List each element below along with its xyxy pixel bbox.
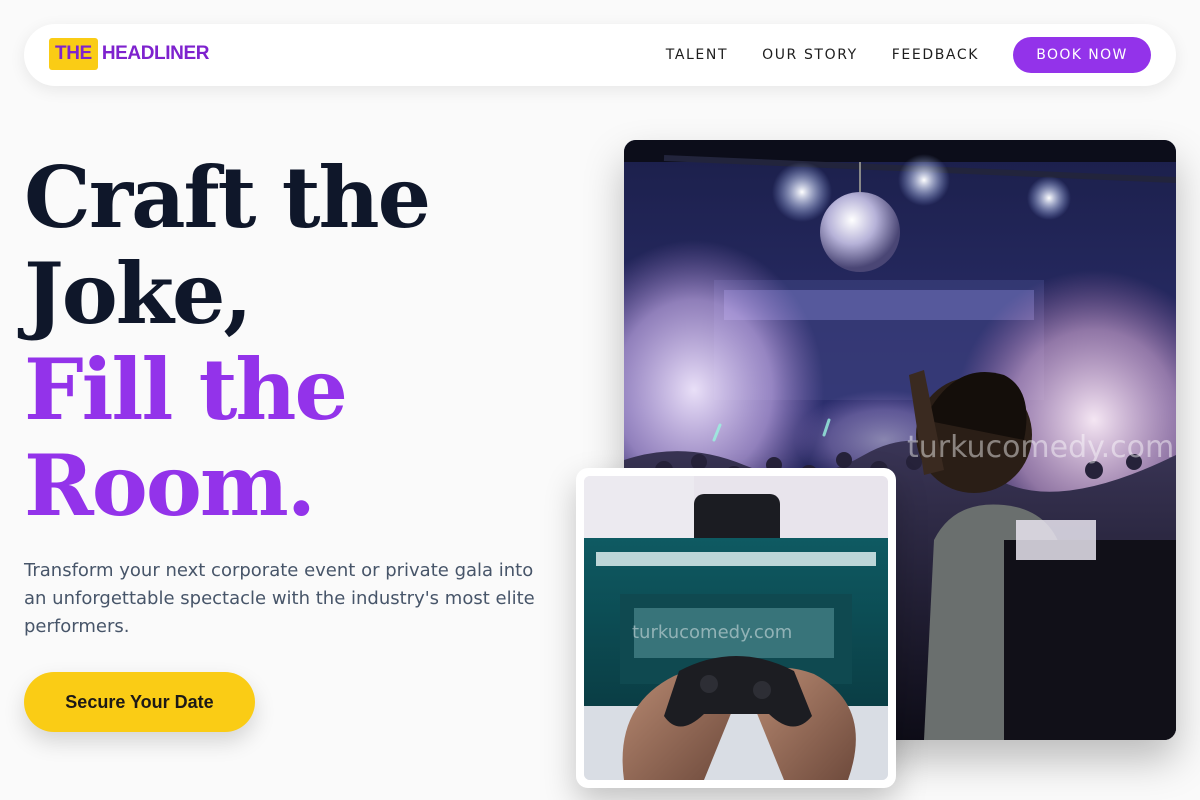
small-watermark: turkucomedy.com (632, 622, 792, 643)
logo[interactable]: THE HEADLINER (49, 38, 209, 70)
logo-the: THE (49, 38, 98, 70)
main-watermark: turkucomedy.com (907, 430, 1174, 465)
nav-links: TALENT OUR STORY FEEDBACK BOOK NOW (666, 37, 1151, 73)
navbar: THE HEADLINER TALENT OUR STORY FEEDBACK … (24, 24, 1176, 86)
gaming-controller-image: turkucomedy.com (584, 476, 888, 780)
secure-your-date-button[interactable]: Secure Your Date (24, 672, 255, 732)
nav-link-our-story[interactable]: OUR STORY (762, 47, 858, 63)
gaming-controller-illustration: turkucomedy.com (584, 476, 888, 780)
hero-subtext: Transform your next corporate event or p… (24, 560, 535, 637)
headline-line-1: Craft the (24, 148, 431, 247)
headline-line-2: Joke, (24, 244, 253, 343)
nav-link-feedback[interactable]: FEEDBACK (892, 47, 979, 63)
book-now-button[interactable]: BOOK NOW (1013, 37, 1151, 73)
logo-headliner: HEADLINER (101, 43, 210, 64)
headline-line-4: Room. (24, 436, 316, 535)
gaming-image-card: turkucomedy.com (576, 468, 896, 788)
hero-headline: Craft the Joke, Fill the Room. (24, 148, 431, 535)
nav-link-talent[interactable]: TALENT (666, 47, 728, 63)
headline-line-3: Fill the (24, 340, 348, 439)
